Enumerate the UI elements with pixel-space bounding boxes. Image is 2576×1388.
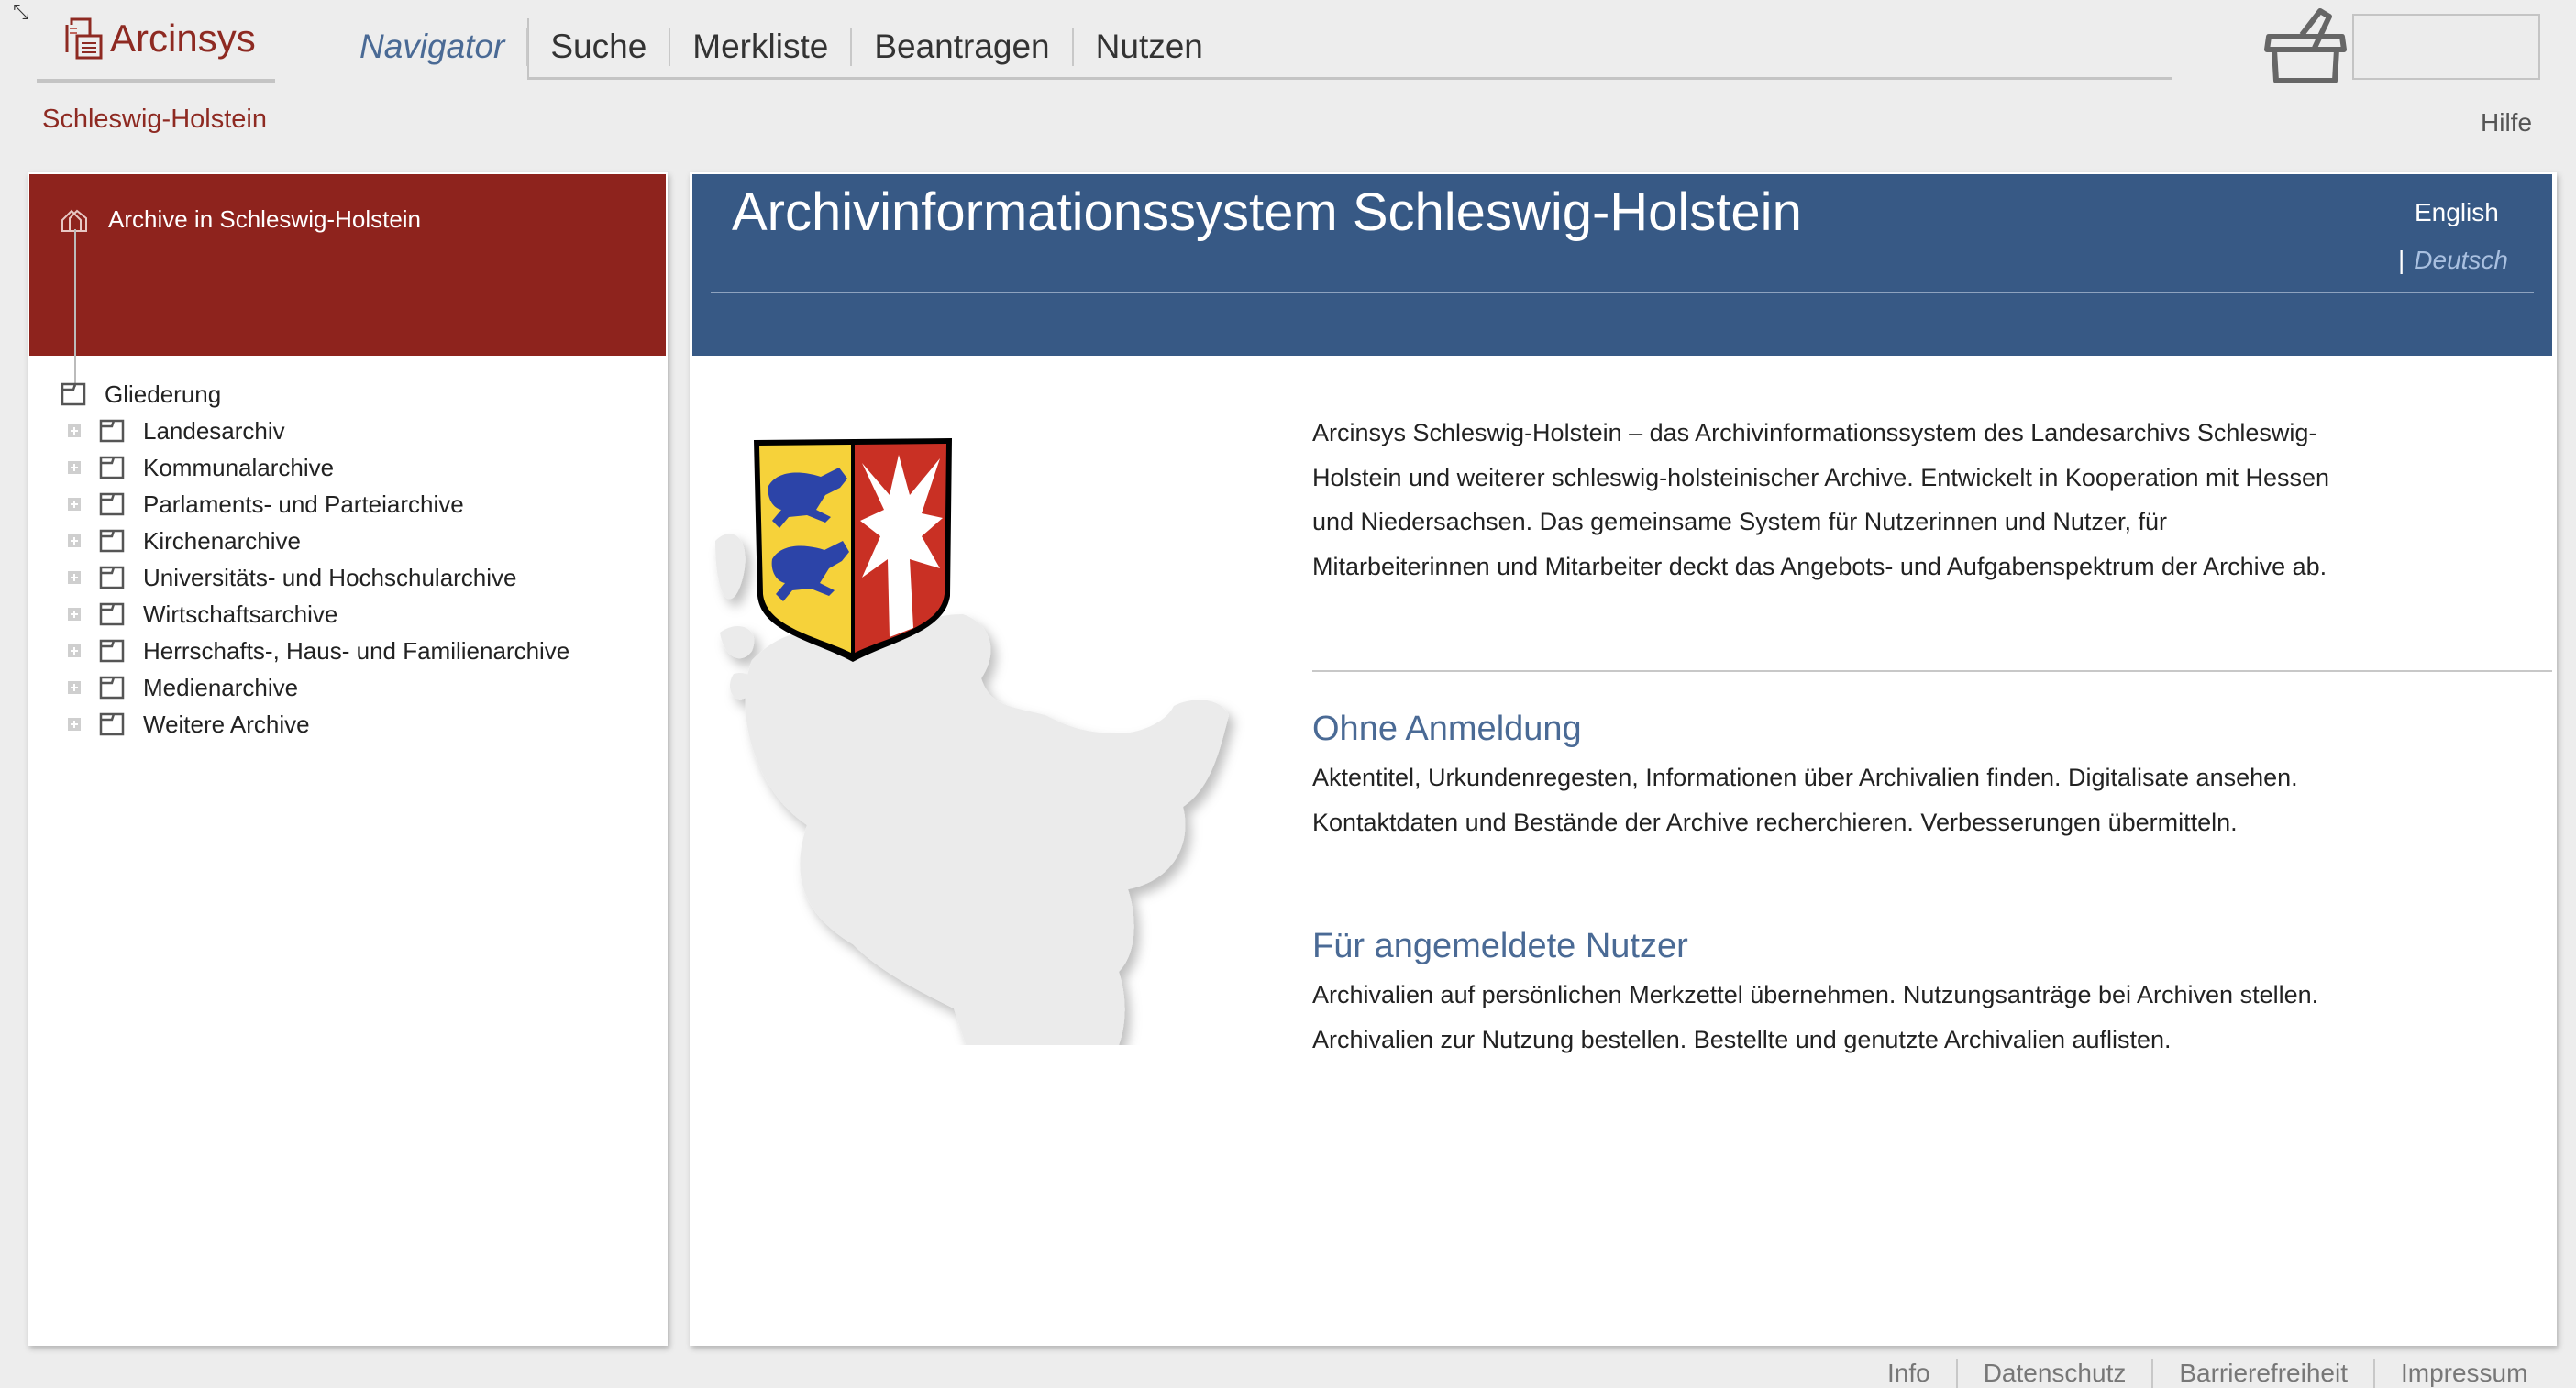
tree-item-label: Universitäts- und Hochschularchive — [143, 563, 517, 591]
footer-barrierefreiheit-link[interactable]: Barrierefreiheit — [2151, 1359, 2373, 1388]
sidebar-header — [29, 174, 666, 356]
folder-icon — [99, 602, 125, 626]
nav-nutzen[interactable]: Nutzen — [1071, 28, 1225, 66]
expand-icon[interactable] — [68, 424, 81, 437]
basket-icon[interactable] — [2263, 7, 2348, 83]
expand-icon[interactable] — [68, 461, 81, 474]
main-nav: Navigator Suche Merkliste Beantragen Nut… — [359, 18, 1225, 75]
tree-item-label: Parlaments- und Parteiarchive — [143, 490, 464, 518]
resize-icon: ⤡ — [13, 0, 29, 23]
tree-item-label: Herrschafts-, Haus- und Familienarchive — [143, 636, 570, 665]
folder-icon — [99, 529, 125, 553]
footer-links: Info Datenschutz Barrierefreiheit Impres… — [1862, 1359, 2553, 1388]
tree-root[interactable]: Gliederung — [61, 376, 569, 413]
logo-underline — [37, 79, 275, 83]
tree-item-label: Kirchenarchive — [143, 526, 301, 555]
expand-icon[interactable] — [68, 608, 81, 621]
section-angemeldete-text: Archivalien auf persönlichen Merkzettel … — [1312, 981, 2319, 1053]
expand-icon[interactable] — [68, 498, 81, 511]
tree-root-label: Gliederung — [105, 380, 222, 408]
logo-icon — [65, 17, 103, 60]
map-image — [715, 438, 1229, 1045]
folder-icon — [99, 456, 125, 479]
folder-icon — [99, 676, 125, 700]
expand-icon[interactable] — [68, 718, 81, 731]
nav-navigator[interactable]: Navigator — [359, 28, 526, 66]
login-field[interactable] — [2352, 14, 2540, 80]
tree-item-label: Wirtschaftsarchive — [143, 600, 338, 628]
footer-info-link[interactable]: Info — [1862, 1359, 1956, 1388]
region-label: Schleswig-Holstein — [42, 105, 267, 134]
nav-beantragen[interactable]: Beantragen — [850, 28, 1071, 66]
page-title: Archivinformationssystem Schleswig-Holst… — [732, 182, 1802, 242]
tree-item-label: Medienarchive — [143, 673, 299, 701]
header-divider — [711, 292, 2534, 293]
help-link[interactable]: Hilfe — [2481, 108, 2532, 138]
expand-icon[interactable] — [68, 571, 81, 584]
tree-connector — [74, 229, 76, 387]
expand-icon[interactable] — [68, 534, 81, 547]
archive-tree: Gliederung Landesarchiv Kommunalarchive Pa… — [61, 376, 569, 743]
tree-item-label: Kommunalarchive — [143, 453, 335, 481]
lang-separator: | — [2398, 246, 2405, 274]
logo-text: Arcinsys — [110, 17, 256, 60]
folder-icon — [99, 419, 125, 443]
section-ohne-anmeldung-text: Aktentitel, Urkundenregesten, Informatio… — [1312, 764, 2298, 836]
tree-item[interactable]: Wirtschaftsarchive — [61, 596, 569, 633]
tree-item[interactable]: Herrschafts-, Haus- und Familienarchive — [61, 633, 569, 669]
section-angemeldete-title: Für angemeldete Nutzer — [1312, 927, 1688, 965]
sidebar-title[interactable]: Archive in Schleswig-Holstein — [108, 205, 421, 234]
folder-icon — [99, 566, 125, 589]
content-divider — [1312, 670, 2552, 672]
section-ohne-anmeldung-title: Ohne Anmeldung — [1312, 710, 1582, 748]
lang-english-link[interactable]: English — [2415, 198, 2499, 227]
tree-item-label: Landesarchiv — [143, 416, 285, 445]
footer-datenschutz-link[interactable]: Datenschutz — [1955, 1359, 2152, 1388]
lang-deutsch-link[interactable]: Deutsch — [2414, 246, 2508, 274]
nav-suche[interactable]: Suche — [526, 28, 669, 66]
coat-of-arms — [754, 438, 952, 662]
tree-item[interactable]: Weitere Archive — [61, 706, 569, 743]
intro-text: Arcinsys Schleswig-Holstein – das Archiv… — [1312, 419, 2330, 580]
logo[interactable]: Arcinsys — [64, 17, 256, 61]
tree-item[interactable]: Kirchenarchive — [61, 523, 569, 559]
folder-icon — [99, 712, 125, 736]
tree-item[interactable]: Landesarchiv — [61, 413, 569, 449]
footer-impressum-link[interactable]: Impressum — [2372, 1359, 2553, 1388]
tree-item[interactable]: Medienarchive — [61, 669, 569, 706]
expand-icon[interactable] — [68, 644, 81, 657]
expand-icon[interactable] — [68, 681, 81, 694]
lang-switch: | Deutsch — [2398, 246, 2508, 275]
tree-item-label: Weitere Archive — [143, 710, 310, 738]
folder-icon — [61, 382, 86, 406]
tree-item[interactable]: Parlaments- und Parteiarchive — [61, 486, 569, 523]
nav-merkliste[interactable]: Merkliste — [669, 28, 850, 66]
folder-icon — [99, 492, 125, 516]
tree-item[interactable]: Kommunalarchive — [61, 449, 569, 486]
folder-icon — [99, 639, 125, 663]
tree-item[interactable]: Universitäts- und Hochschularchive — [61, 559, 569, 596]
